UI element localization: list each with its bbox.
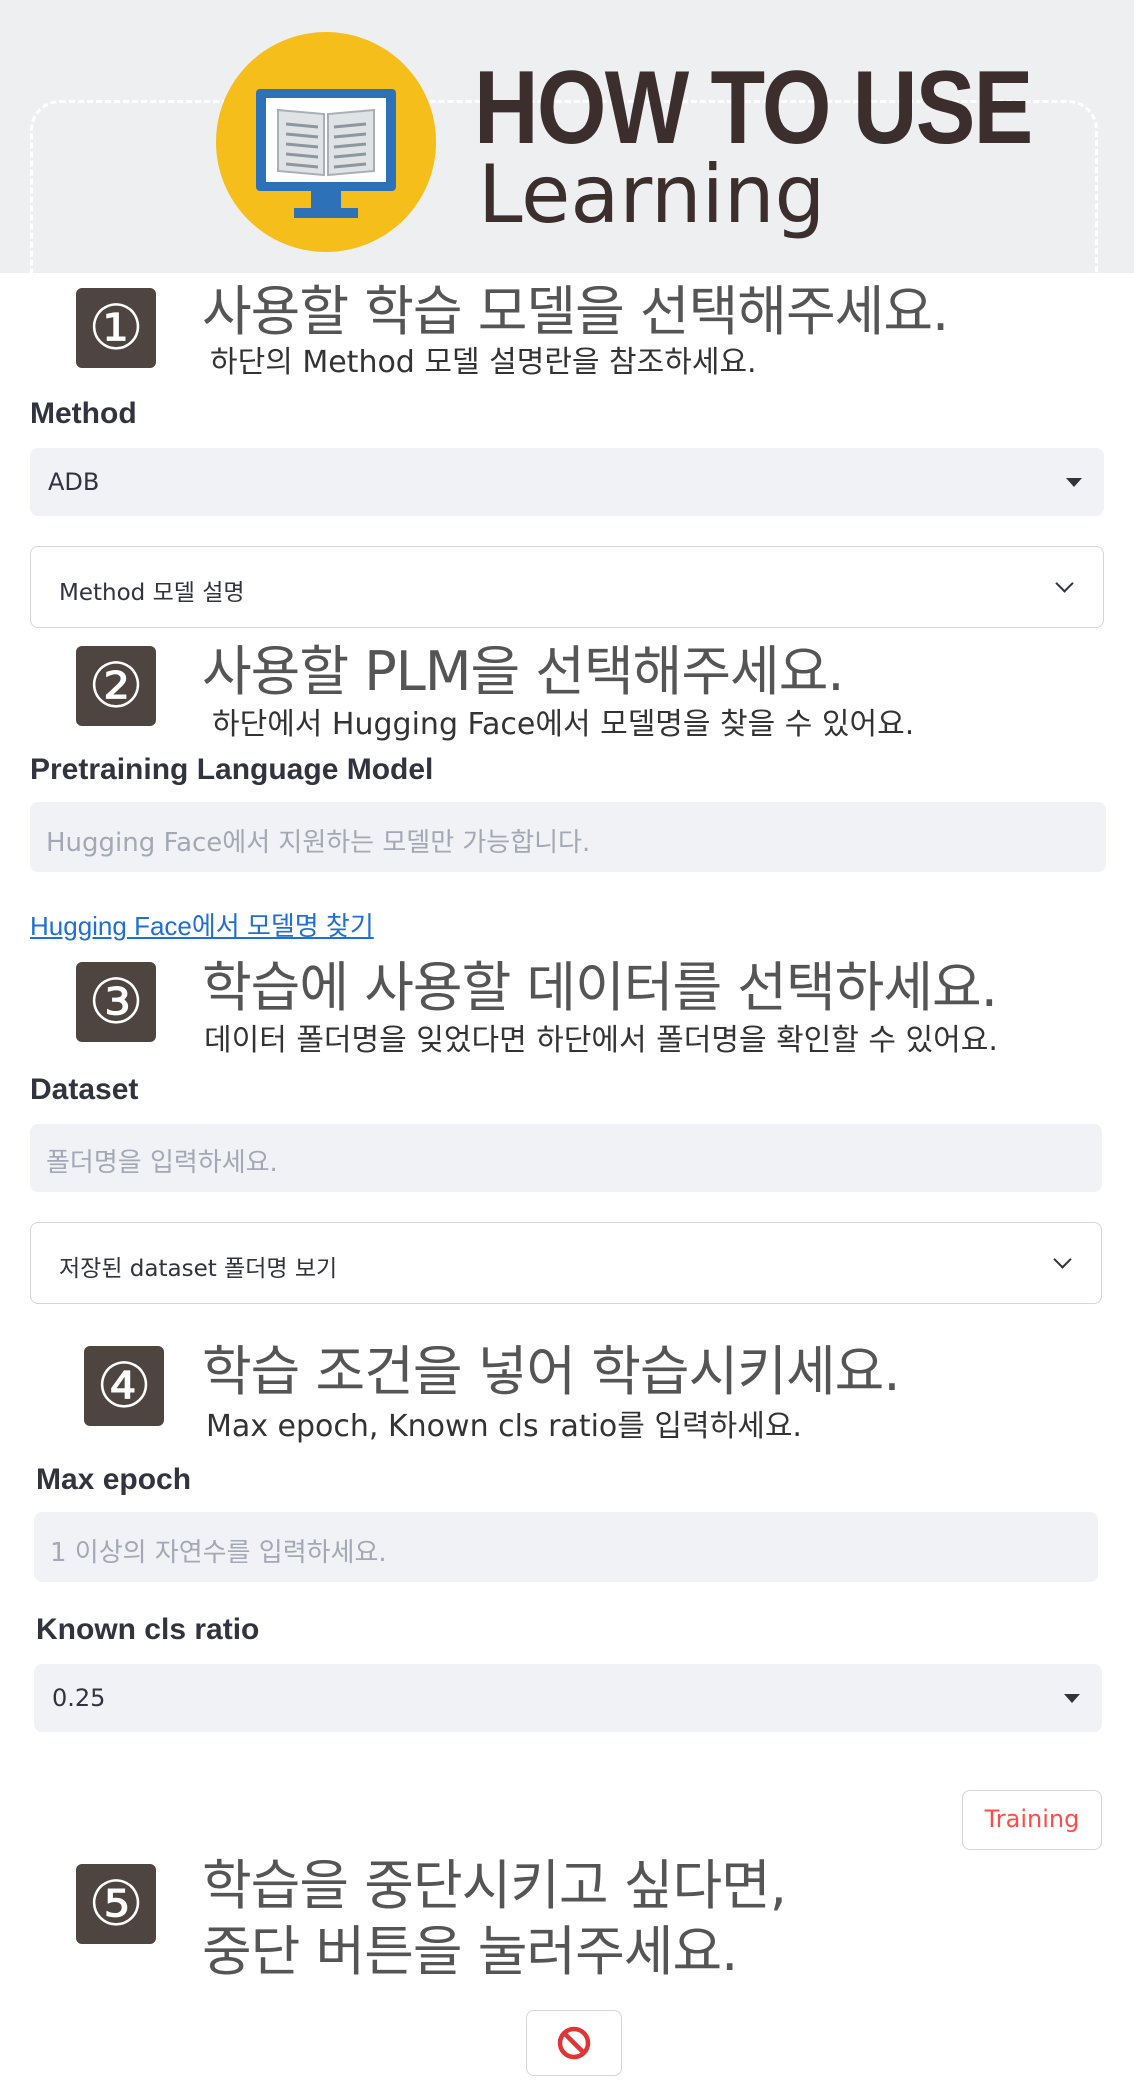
max-epoch-label: Max epoch [36,1463,192,1496]
plm-input-placeholder: Hugging Face에서 지원하는 모델만 가능합니다. [46,828,591,858]
step-1-subtext: 하단의 Method 모델 설명란을 참조하세요. [210,345,757,380]
hugging-face-link[interactable]: Hugging Face에서 모델명 찾기 [30,906,374,943]
caret-down-icon [1064,1694,1080,1703]
step-4-badge: ④ [84,1346,164,1426]
step-4-subtext: Max epoch, Known cls ratio를 입력하세요. [206,1409,802,1444]
step-5-badge: ⑤ [76,1864,156,1944]
stop-button[interactable] [526,2010,622,2076]
step-2-badge: ② [76,646,156,726]
step-5-heading-line2: 중단 버튼을 눌러주세요. [202,1920,738,1983]
dataset-label: Dataset [30,1073,139,1106]
step-1-heading: 사용할 학습 모델을 선택해주세요. [202,280,949,343]
header-banner: HOW TO USE Learning [0,0,1134,400]
chevron-down-icon [1055,574,1074,593]
header-subtitle: Learning [478,148,826,241]
method-label: Method [30,397,137,430]
step-3-subtext: 데이터 폴더명을 잊었다면 하단에서 폴더명을 확인할 수 있어요. [204,1023,998,1058]
step-3-badge: ③ [76,962,156,1042]
monitor-book-icon [256,89,396,218]
known-cls-ratio-value: 0.25 [52,1684,106,1712]
known-cls-ratio-label: Known cls ratio [36,1613,260,1646]
step-3-heading: 학습에 사용할 데이터를 선택하세요. [202,956,998,1019]
caret-down-icon [1066,478,1082,487]
stop-icon [557,2026,591,2060]
step-2-heading: 사용할 PLM을 선택해주세요. [202,640,845,703]
header-logo-circle [216,32,436,252]
dataset-input[interactable]: 폴더명을 입력하세요. [30,1124,1102,1192]
training-button-label: Training [984,1805,1080,1833]
step-5-heading-line1: 학습을 중단시키고 싶다면, [202,1854,787,1917]
step-2-subtext: 하단에서 Hugging Face에서 모델명을 찾을 수 있어요. [212,707,915,742]
step-4-heading: 학습 조건을 넣어 학습시키세요. [202,1340,900,1403]
method-description-expander[interactable]: Method 모델 설명 [30,546,1104,628]
dataset-folder-expander[interactable]: 저장된 dataset 폴더명 보기 [30,1222,1102,1304]
expander-label: 저장된 dataset 폴더명 보기 [59,1256,338,1282]
method-select-value: ADB [48,468,100,496]
max-epoch-input[interactable]: 1 이상의 자연수를 입력하세요. [34,1512,1098,1582]
method-select[interactable]: ADB [30,448,1104,516]
plm-label: Pretraining Language Model [30,753,434,786]
plm-input[interactable]: Hugging Face에서 지원하는 모델만 가능합니다. [30,802,1106,872]
known-cls-ratio-select[interactable]: 0.25 [34,1664,1102,1732]
step-1-badge: ① [76,288,156,368]
training-button[interactable]: Training [962,1790,1102,1850]
chevron-down-icon [1053,1250,1072,1269]
max-epoch-input-placeholder: 1 이상의 자연수를 입력하세요. [50,1538,387,1568]
expander-label: Method 모델 설명 [59,580,245,606]
dataset-input-placeholder: 폴더명을 입력하세요. [46,1148,278,1178]
